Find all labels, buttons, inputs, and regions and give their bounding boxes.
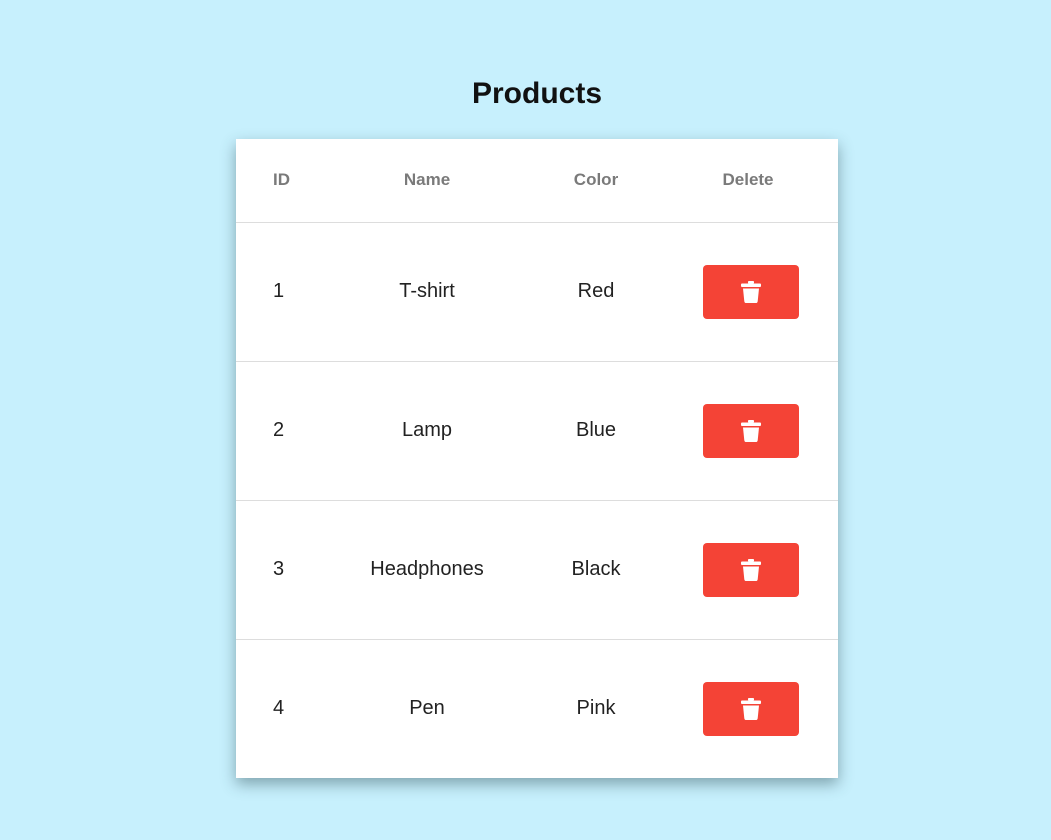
trash-icon xyxy=(740,697,761,720)
table-row: 3 Headphones Black xyxy=(236,500,838,640)
page-title: Products xyxy=(471,77,603,110)
cell-color: Blue xyxy=(534,361,658,501)
cell-delete xyxy=(658,639,838,778)
header-name: Name xyxy=(320,139,534,223)
delete-button[interactable] xyxy=(702,403,799,458)
products-table-card: ID Name Color Delete 1 T-shirt Red 2 Lam… xyxy=(236,139,838,778)
header-delete: Delete xyxy=(658,139,838,223)
table-header-row: ID Name Color Delete xyxy=(236,139,838,223)
cell-delete xyxy=(658,222,838,362)
cell-delete xyxy=(658,500,838,640)
products-table: ID Name Color Delete 1 T-shirt Red 2 Lam… xyxy=(236,139,838,778)
trash-icon xyxy=(740,419,761,442)
cell-id: 1 xyxy=(236,222,320,362)
cell-name: Headphones xyxy=(320,500,534,640)
cell-id: 4 xyxy=(273,697,285,720)
header-color: Color xyxy=(534,139,658,223)
cell-color: Pink xyxy=(576,697,616,720)
table-row: 1 T-shirt Red xyxy=(236,222,838,362)
delete-button[interactable] xyxy=(702,681,799,736)
trash-icon xyxy=(740,558,761,581)
cell-id: 3 xyxy=(236,500,320,640)
delete-button[interactable] xyxy=(702,264,799,319)
cell-name: Pen xyxy=(409,697,445,720)
cell-color: Black xyxy=(534,500,658,640)
cell-name: T-shirt xyxy=(320,222,534,362)
table-row: 2 Lamp Blue xyxy=(236,361,838,501)
cell-delete xyxy=(658,361,838,501)
cell-id: 2 xyxy=(236,361,320,501)
table-row: 4 Pen Pink xyxy=(236,639,838,778)
cell-color: Red xyxy=(534,222,658,362)
header-id: ID xyxy=(236,139,320,223)
trash-icon xyxy=(740,280,761,303)
delete-button[interactable] xyxy=(702,542,799,597)
cell-name: Lamp xyxy=(320,361,534,501)
